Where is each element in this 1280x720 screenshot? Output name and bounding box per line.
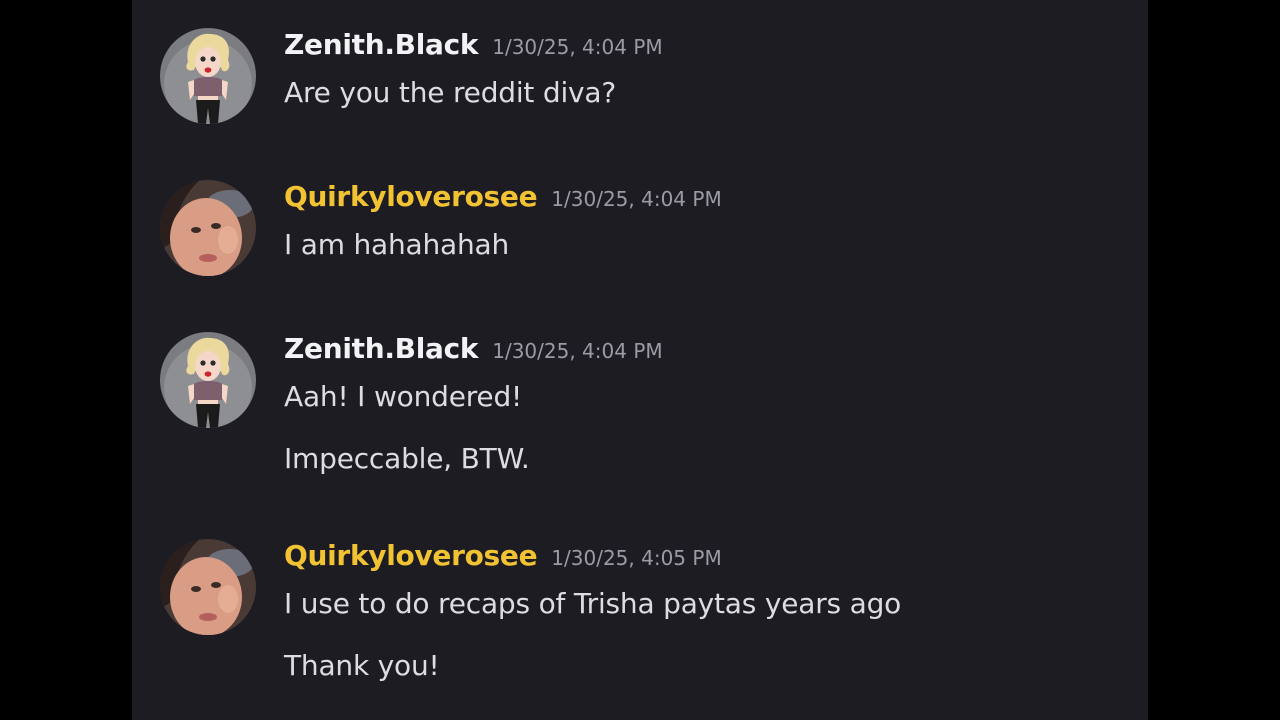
message-header: Quirkyloverosee 1/30/25, 4:04 PM bbox=[284, 180, 722, 213]
letterbox-frame: Zenith.Black 1/30/25, 4:04 PM Are you the… bbox=[0, 0, 1280, 720]
avatar[interactable] bbox=[160, 539, 256, 635]
message-text: I am hahahahah bbox=[284, 228, 510, 261]
selfie-photo-avatar bbox=[160, 180, 256, 276]
cartoon-blonde-avatar-icon bbox=[160, 332, 256, 428]
message-header: Quirkyloverosee 1/30/25, 4:05 PM bbox=[284, 539, 722, 572]
message-text: I use to do recaps of Trisha paytas year… bbox=[284, 587, 902, 620]
timestamp: 1/30/25, 4:04 PM bbox=[492, 339, 663, 363]
message-header: Zenith.Black 1/30/25, 4:04 PM bbox=[284, 332, 663, 365]
username[interactable]: Quirkyloverosee bbox=[284, 539, 538, 572]
timestamp: 1/30/25, 4:04 PM bbox=[551, 187, 722, 211]
timestamp: 1/30/25, 4:04 PM bbox=[492, 35, 663, 59]
selfie-photo-avatar bbox=[160, 539, 256, 635]
message-text: Thank you! bbox=[284, 649, 440, 682]
timestamp: 1/30/25, 4:05 PM bbox=[551, 546, 722, 570]
avatar[interactable] bbox=[160, 28, 256, 124]
message-header: Zenith.Black 1/30/25, 4:04 PM bbox=[284, 28, 663, 61]
chat-message-list[interactable]: Zenith.Black 1/30/25, 4:04 PM Are you the… bbox=[132, 0, 1148, 720]
username[interactable]: Quirkyloverosee bbox=[284, 180, 538, 213]
username[interactable]: Zenith.Black bbox=[284, 28, 479, 61]
cartoon-blonde-avatar-icon bbox=[160, 28, 256, 124]
message-text: Are you the reddit diva? bbox=[284, 76, 617, 109]
username[interactable]: Zenith.Black bbox=[284, 332, 479, 365]
avatar[interactable] bbox=[160, 332, 256, 428]
message-text: Impeccable, BTW. bbox=[284, 442, 530, 475]
avatar[interactable] bbox=[160, 180, 256, 276]
message-text: Aah! I wondered! bbox=[284, 380, 523, 413]
